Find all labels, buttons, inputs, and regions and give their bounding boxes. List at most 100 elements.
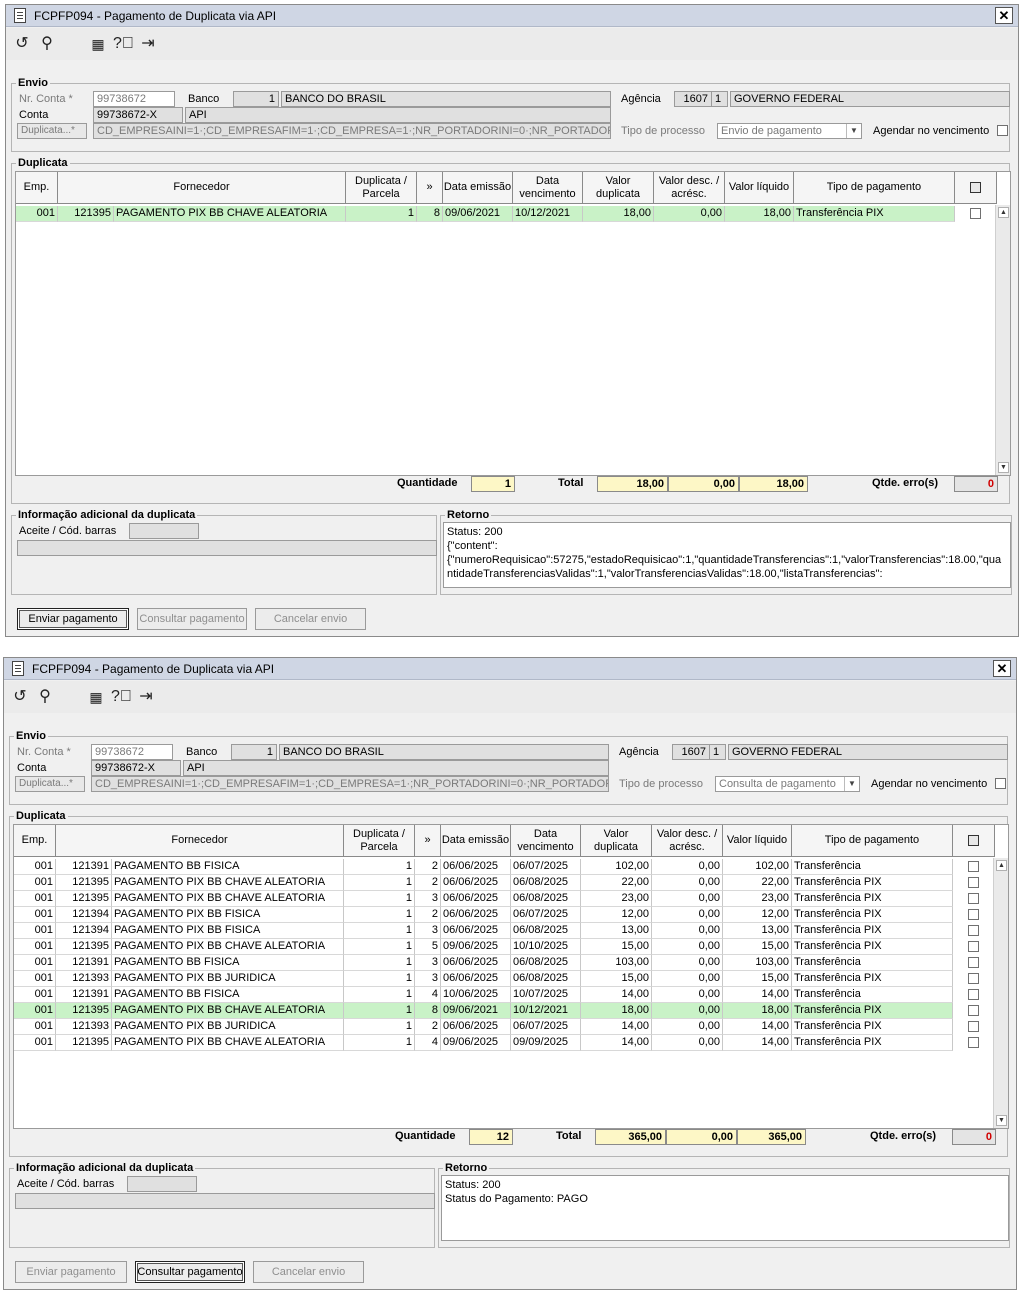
col-data-emissao[interactable]: Data emissão: [441, 825, 511, 857]
agencia-name: GOVERNO FEDERAL: [728, 744, 1008, 760]
retorno-text[interactable]: Status: 200 {"content": {"numeroRequisic…: [443, 522, 1011, 588]
exit-icon[interactable]: ⇥: [136, 688, 156, 706]
col-valor-duplicata[interactable]: Valor duplicata: [581, 825, 652, 857]
col-emp[interactable]: Emp.: [14, 825, 56, 857]
cell-data-vencimento: 10/07/2025: [511, 987, 581, 1003]
vertical-scrollbar[interactable]: ▲ ▼: [995, 205, 1010, 475]
row-checkbox[interactable]: [968, 893, 979, 904]
col-select-all[interactable]: [953, 825, 995, 857]
vertical-scrollbar[interactable]: ▲ ▼: [993, 858, 1008, 1128]
cell-fornecedor-name: PAGAMENTO BB FISICA: [112, 987, 344, 1003]
calendar-icon[interactable]: ▦: [86, 688, 106, 706]
col-tipo-pagamento[interactable]: Tipo de pagamento: [792, 825, 953, 857]
cell-duplicata: 1: [344, 987, 415, 1003]
duplicata-button[interactable]: Duplicata...*: [17, 123, 87, 139]
retorno-line: {"content":: [447, 540, 498, 552]
scroll-down-icon[interactable]: ▼: [998, 462, 1009, 473]
select-all-checkbox[interactable]: [970, 182, 981, 193]
tipo-processo-select[interactable]: Consulta de pagamento ▼: [715, 776, 860, 792]
row-checkbox[interactable]: [970, 208, 981, 219]
help-icon[interactable]: ?⃝: [111, 688, 132, 706]
help-icon[interactable]: ?⃝: [113, 35, 134, 53]
cell-valor-liquido: 15,00: [723, 971, 792, 987]
cell-emp: 001: [14, 891, 56, 907]
col-valor-duplicata[interactable]: Valor duplicata: [583, 172, 654, 204]
retorno-legend: Retorno: [447, 509, 490, 521]
row-checkbox[interactable]: [968, 1021, 979, 1032]
col-tipo-pagamento[interactable]: Tipo de pagamento: [794, 172, 955, 204]
cell-duplicata: 1: [344, 891, 415, 907]
cell-data-vencimento: 09/09/2025: [511, 1035, 581, 1051]
col-data-vencimento[interactable]: Data vencimento: [513, 172, 583, 204]
undo-icon[interactable]: ↺: [12, 35, 32, 53]
row-checkbox[interactable]: [968, 973, 979, 984]
undo-icon[interactable]: ↺: [10, 688, 30, 706]
cancelar-envio-button[interactable]: Cancelar envio: [255, 608, 366, 630]
agendar-checkbox[interactable]: [995, 778, 1006, 789]
aceite-input[interactable]: [127, 1176, 197, 1192]
select-all-checkbox[interactable]: [968, 835, 979, 846]
retorno-legend: Retorno: [445, 1162, 488, 1174]
calendar-icon[interactable]: ▦: [88, 35, 108, 53]
cell-parcela: 4: [415, 987, 441, 1003]
retorno-text[interactable]: Status: 200 Status do Pagamento: PAGO: [441, 1175, 1009, 1241]
cell-valor-desc: 0,00: [652, 971, 723, 987]
col-select-all[interactable]: [955, 172, 997, 204]
consultar-pagamento-button[interactable]: Consultar pagamento: [137, 608, 247, 630]
codigo-barras-input[interactable]: [17, 540, 437, 556]
agendar-checkbox[interactable]: [997, 125, 1008, 136]
scroll-up-icon[interactable]: ▲: [996, 860, 1007, 871]
row-checkbox[interactable]: [968, 925, 979, 936]
cell-tipo-pagamento: Transferência PIX: [792, 1003, 953, 1019]
close-icon[interactable]: ✕: [993, 660, 1011, 677]
search-icon[interactable]: ⚲: [35, 688, 55, 706]
aceite-input[interactable]: [129, 523, 199, 539]
row-checkbox[interactable]: [968, 989, 979, 1000]
row-checkbox[interactable]: [968, 861, 979, 872]
row-checkbox[interactable]: [968, 909, 979, 920]
erros-value: 0: [954, 476, 998, 492]
consultar-pagamento-button[interactable]: Consultar pagamento: [135, 1261, 245, 1283]
col-expand[interactable]: »: [415, 825, 441, 857]
row-checkbox[interactable]: [968, 1037, 979, 1048]
nr-conta-input[interactable]: 99738672: [93, 91, 175, 107]
scroll-down-icon[interactable]: ▼: [996, 1115, 1007, 1126]
retorno-line: Status: 200: [447, 526, 503, 538]
codigo-barras-input[interactable]: [15, 1193, 435, 1209]
search-icon[interactable]: ⚲: [37, 35, 57, 53]
col-valor-liquido[interactable]: Valor líquido: [725, 172, 794, 204]
close-icon[interactable]: ✕: [995, 7, 1013, 24]
row-checkbox[interactable]: [968, 941, 979, 952]
col-expand[interactable]: »: [417, 172, 443, 204]
col-data-vencimento[interactable]: Data vencimento: [511, 825, 581, 857]
col-valor-desc[interactable]: Valor desc. / acrésc.: [654, 172, 725, 204]
duplicata-grid: Emp. Fornecedor Duplicata / Parcela » Da…: [15, 171, 1011, 476]
retorno-line: Status: 200: [445, 1179, 501, 1191]
cell-parcela: 2: [415, 1019, 441, 1035]
row-checkbox[interactable]: [968, 877, 979, 888]
col-fornecedor[interactable]: Fornecedor: [58, 172, 346, 204]
enviar-pagamento-button[interactable]: Enviar pagamento: [17, 608, 129, 630]
nr-conta-input[interactable]: 99738672: [91, 744, 173, 760]
cell-tipo-pagamento: Transferência: [792, 859, 953, 875]
col-duplicata-parcela[interactable]: Duplicata / Parcela: [344, 825, 415, 857]
row-checkbox[interactable]: [968, 957, 979, 968]
exit-icon[interactable]: ⇥: [138, 35, 158, 53]
col-valor-liquido[interactable]: Valor líquido: [723, 825, 792, 857]
duplicata-button[interactable]: Duplicata...*: [15, 776, 85, 792]
col-fornecedor[interactable]: Fornecedor: [56, 825, 344, 857]
cell-data-vencimento: 10/12/2021: [511, 1003, 581, 1019]
cell-valor-desc: 0,00: [652, 987, 723, 1003]
col-valor-desc[interactable]: Valor desc. / acrésc.: [652, 825, 723, 857]
scroll-up-icon[interactable]: ▲: [998, 207, 1009, 218]
col-duplicata-parcela[interactable]: Duplicata / Parcela: [346, 172, 417, 204]
tipo-processo-select[interactable]: Envio de pagamento ▼: [717, 123, 862, 139]
row-checkbox[interactable]: [968, 1005, 979, 1016]
col-emp[interactable]: Emp.: [16, 172, 58, 204]
col-data-emissao[interactable]: Data emissão: [443, 172, 513, 204]
cell-data-vencimento: 06/08/2025: [511, 891, 581, 907]
enviar-pagamento-button[interactable]: Enviar pagamento: [15, 1261, 127, 1283]
cell-valor-desc: 0,00: [652, 955, 723, 971]
cell-data-emissao: 09/06/2021: [441, 1003, 511, 1019]
cancelar-envio-button[interactable]: Cancelar envio: [253, 1261, 364, 1283]
